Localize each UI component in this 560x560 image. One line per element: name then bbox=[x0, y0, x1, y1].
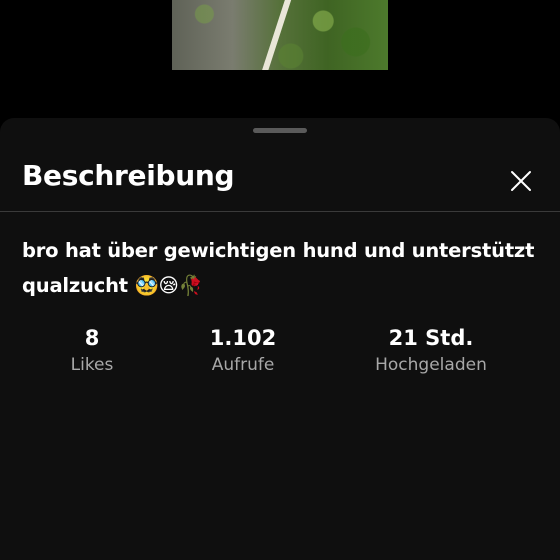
stat-views: 1.102 Aufrufe bbox=[187, 324, 299, 378]
stat-likes: 8 Likes bbox=[42, 324, 142, 378]
likes-count: 8 bbox=[84, 326, 100, 350]
close-button[interactable] bbox=[504, 164, 538, 198]
uploaded-label: Hochgeladen bbox=[375, 355, 487, 375]
likes-label: Likes bbox=[70, 355, 114, 375]
header-divider bbox=[0, 211, 560, 212]
views-count: 1.102 bbox=[209, 326, 277, 350]
views-label: Aufrufe bbox=[211, 355, 275, 375]
stats-row: 8 Likes 1.102 Aufrufe 21 Std. Hochgelade… bbox=[0, 324, 560, 384]
description-text: bro hat über gewichtigen hund und unters… bbox=[22, 239, 535, 297]
uploaded-time: 21 Std. bbox=[388, 326, 474, 350]
video-player-thumbnail[interactable] bbox=[172, 0, 388, 70]
sheet-title: Beschreibung bbox=[22, 159, 235, 192]
close-icon bbox=[511, 171, 531, 191]
drag-handle[interactable] bbox=[253, 128, 307, 133]
thumbnail-grass bbox=[172, 0, 388, 70]
stat-uploaded: 21 Std. Hochgeladen bbox=[356, 324, 506, 378]
description-sheet: Beschreibung bro hat über gewichtigen hu… bbox=[0, 118, 560, 560]
sheet-header: Beschreibung bbox=[0, 146, 560, 212]
